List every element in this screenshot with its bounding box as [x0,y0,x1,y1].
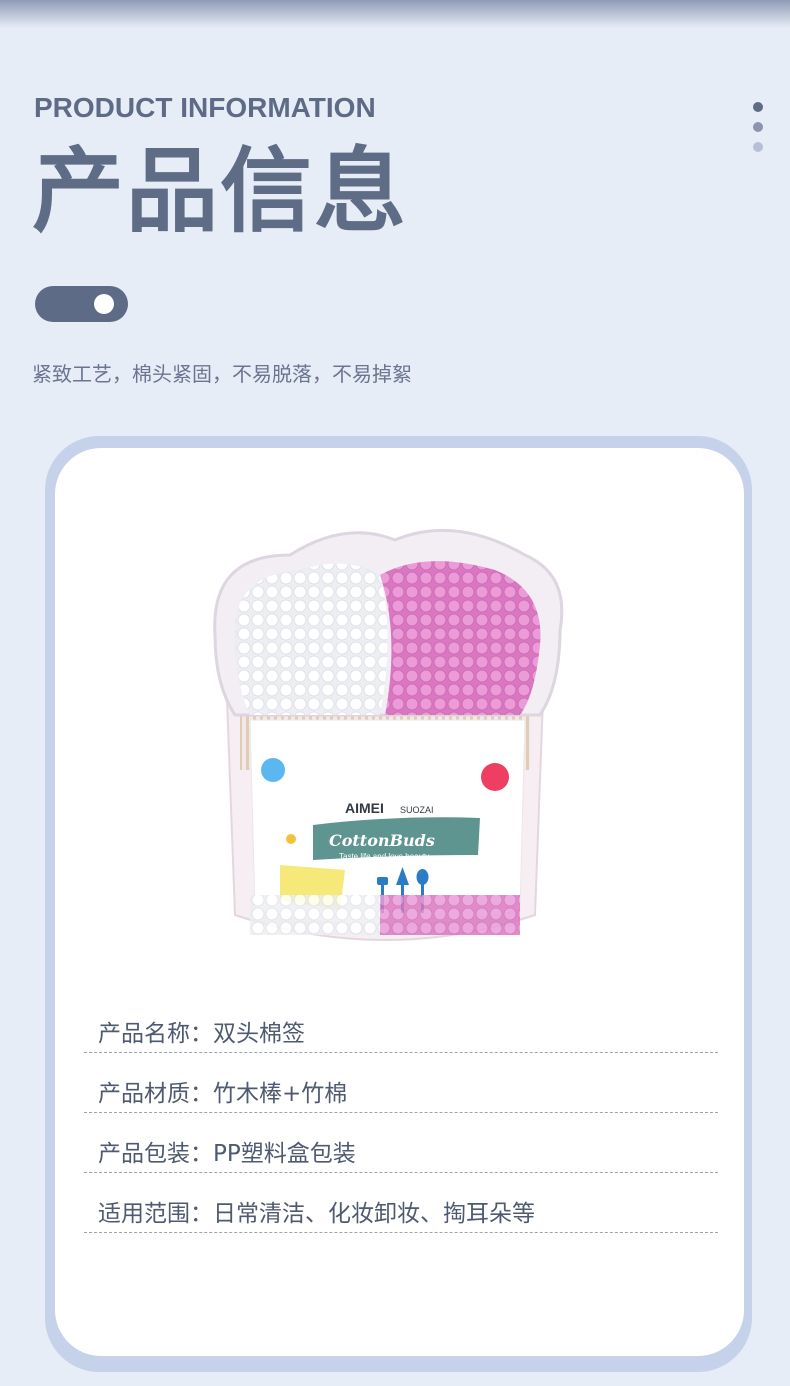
top-shade [0,0,790,28]
info-row-material: 产品材质：竹木棒+竹棉 [84,1060,718,1113]
feature-subtitle: 紧致工艺，棉头紧固，不易脱落，不易掉絮 [32,362,412,386]
chinese-title: 产品信息 [32,138,409,245]
info-row-name: 产品名称：双头棉签 [84,1000,718,1053]
cotton-buds-box-image: AIMEI SUOZAI CottonBuds Taste life and l… [213,528,564,941]
more-dots-icon[interactable] [753,102,765,154]
info-text-package: 产品包装：PP塑料盒包装 [98,1141,356,1167]
english-title: PRODUCT INFORMATION [34,92,376,123]
brand-suffix-text: SUOZAI [400,805,434,815]
product-name-text: CottonBuds [329,831,435,850]
info-row-usage: 适用范围：日常清洁、化妆卸妆、掏耳朵等 [84,1180,718,1233]
info-text-material: 产品材质：竹木棒+竹棉 [98,1081,348,1107]
toggle-knob [94,294,114,314]
brand-text: AIMEI [345,800,384,816]
info-text-usage: 适用范围：日常清洁、化妆卸妆、掏耳朵等 [98,1201,535,1227]
info-row-package: 产品包装：PP塑料盒包装 [84,1120,718,1173]
toggle-switch[interactable] [35,286,128,322]
info-text-name: 产品名称：双头棉签 [98,1021,305,1047]
slogan-text: Taste life and love beauty [339,852,429,861]
